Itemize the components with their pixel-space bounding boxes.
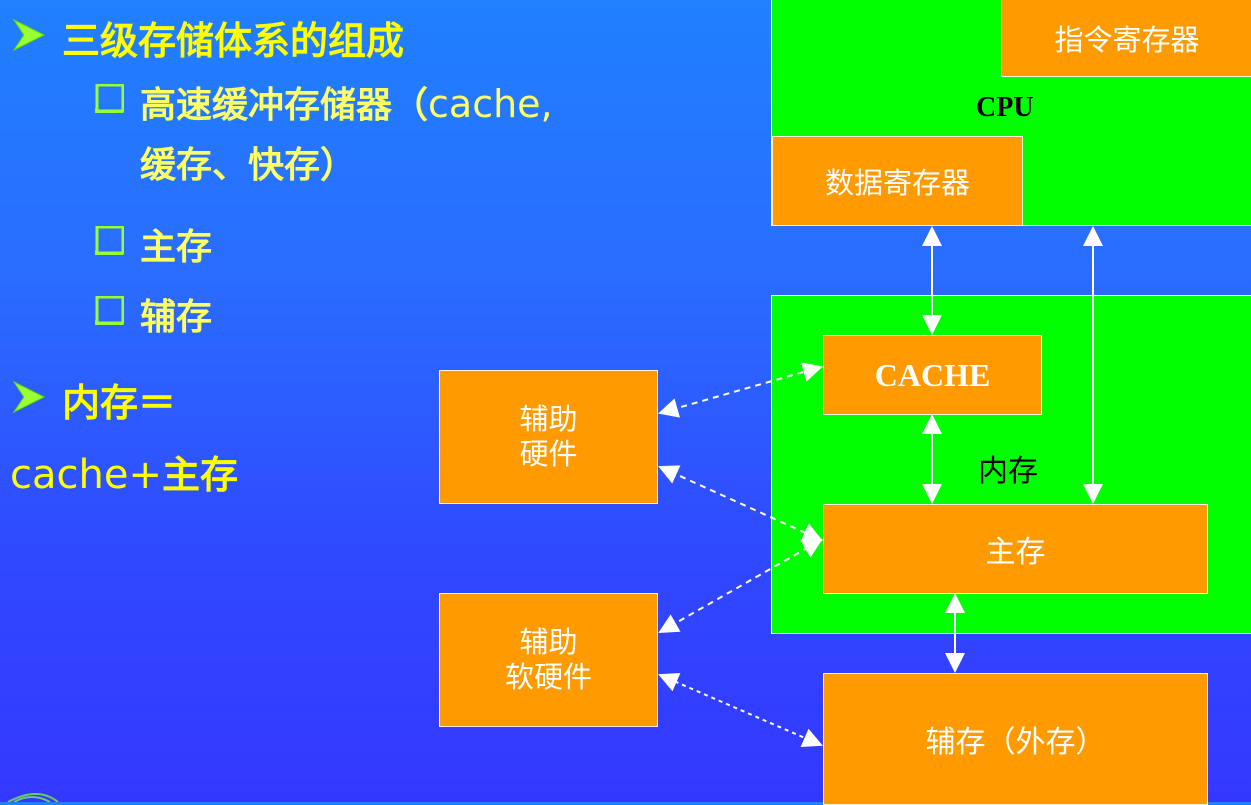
dashed-aux-hardware-main — [658, 465, 823, 542]
dashed-aux-soft-secondary — [658, 673, 823, 747]
dashed-aux-soft-main — [658, 539, 823, 633]
connectors-layer — [7, 226, 1103, 802]
dashed-aux-hardware-cache — [658, 362, 823, 418]
